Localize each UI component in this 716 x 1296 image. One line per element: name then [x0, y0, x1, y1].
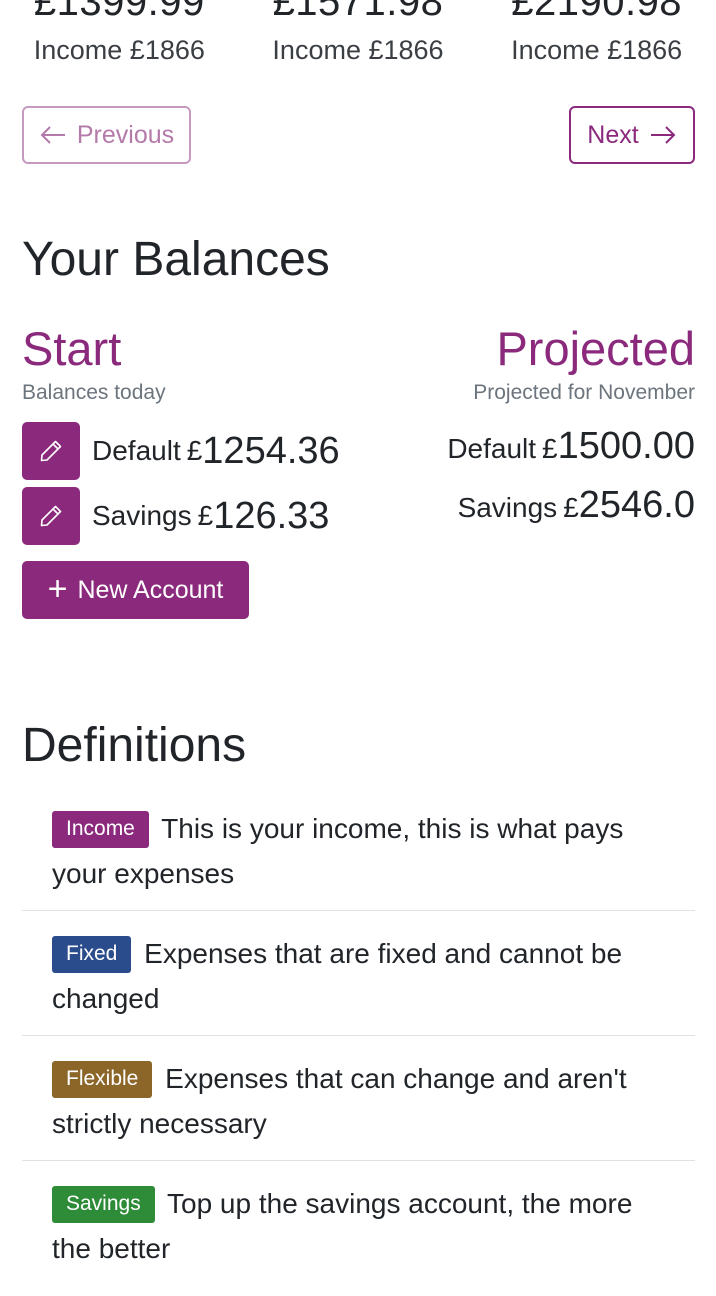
summary-column: £1399.99 Income £1866 [0, 0, 239, 66]
summary-amount: £2190.98 [511, 0, 683, 24]
start-account-row: Savings £ 126.33 [22, 487, 329, 545]
definition-item: Income This is your income, this is what… [22, 786, 695, 911]
pencil-icon [40, 505, 62, 527]
next-label: Next [587, 120, 639, 149]
edit-account-button[interactable] [22, 422, 80, 480]
arrow-left-icon [40, 126, 65, 144]
currency-symbol: £ [563, 492, 579, 523]
category-badge: Savings [52, 1186, 155, 1223]
category-badge: Income [52, 811, 149, 848]
currency-symbol: £ [197, 500, 214, 531]
summary-column: £1571.98 Income £1866 [239, 0, 478, 66]
summary-amount: £1399.99 [33, 0, 205, 24]
projected-title: Projected [496, 322, 695, 375]
account-balance: 1500.00 [557, 425, 695, 467]
new-account-button[interactable]: + New Account [22, 561, 249, 619]
page: £1399.99 Income £1866 £1571.98 Income £1… [0, 0, 716, 1296]
category-badge: Fixed [52, 936, 132, 973]
account-balance: 2546.0 [578, 484, 695, 526]
definition-item: Fixed Expenses that are fixed and cannot… [22, 911, 695, 1036]
start-subtitle: Balances today [22, 381, 166, 404]
next-button[interactable]: Next [569, 106, 695, 164]
account-balance: 1254.36 [202, 429, 340, 472]
start-title: Start [22, 322, 122, 375]
previous-button[interactable]: Previous [22, 106, 191, 164]
currency-symbol: £ [186, 435, 203, 466]
summary-column: £2190.98 Income £1866 [477, 0, 716, 66]
account-name: Savings [457, 492, 558, 523]
definition-text: Expenses that are fixed and cannot be ch… [52, 938, 623, 1014]
definition-item: Savings Top up the savings account, the … [22, 1161, 695, 1285]
category-badge: Flexible [52, 1061, 153, 1098]
projected-subtitle: Projected for November [473, 381, 695, 404]
arrow-right-icon [650, 126, 676, 144]
projected-account-row: Savings £ 2546.0 [458, 484, 695, 527]
account-balance: 126.33 [213, 494, 330, 537]
summary-income: Income £1866 [511, 35, 683, 65]
definition-item: Flexible Expenses that can change and ar… [22, 1036, 695, 1161]
pencil-icon [40, 440, 62, 462]
start-account-row: Default £ 1254.36 [22, 422, 340, 480]
new-account-label: New Account [77, 575, 224, 604]
definitions-list: Income This is your income, this is what… [22, 786, 695, 1285]
currency-symbol: £ [542, 433, 558, 464]
summary-amount: £1571.98 [272, 0, 444, 24]
account-name: Savings [92, 500, 192, 531]
previous-label: Previous [76, 120, 175, 149]
plus-icon: + [47, 569, 68, 608]
balances-title: Your Balances [22, 233, 330, 286]
edit-account-button[interactable] [22, 487, 80, 545]
definitions-title: Definitions [22, 719, 247, 772]
summary-income: Income £1866 [33, 35, 205, 65]
summary-income: Income £1866 [272, 35, 444, 65]
monthly-summary: £1399.99 Income £1866 £1571.98 Income £1… [0, 0, 716, 66]
account-name: Default [92, 435, 181, 466]
account-name: Default [447, 433, 537, 464]
projected-account-row: Default £ 1500.00 [447, 425, 695, 468]
